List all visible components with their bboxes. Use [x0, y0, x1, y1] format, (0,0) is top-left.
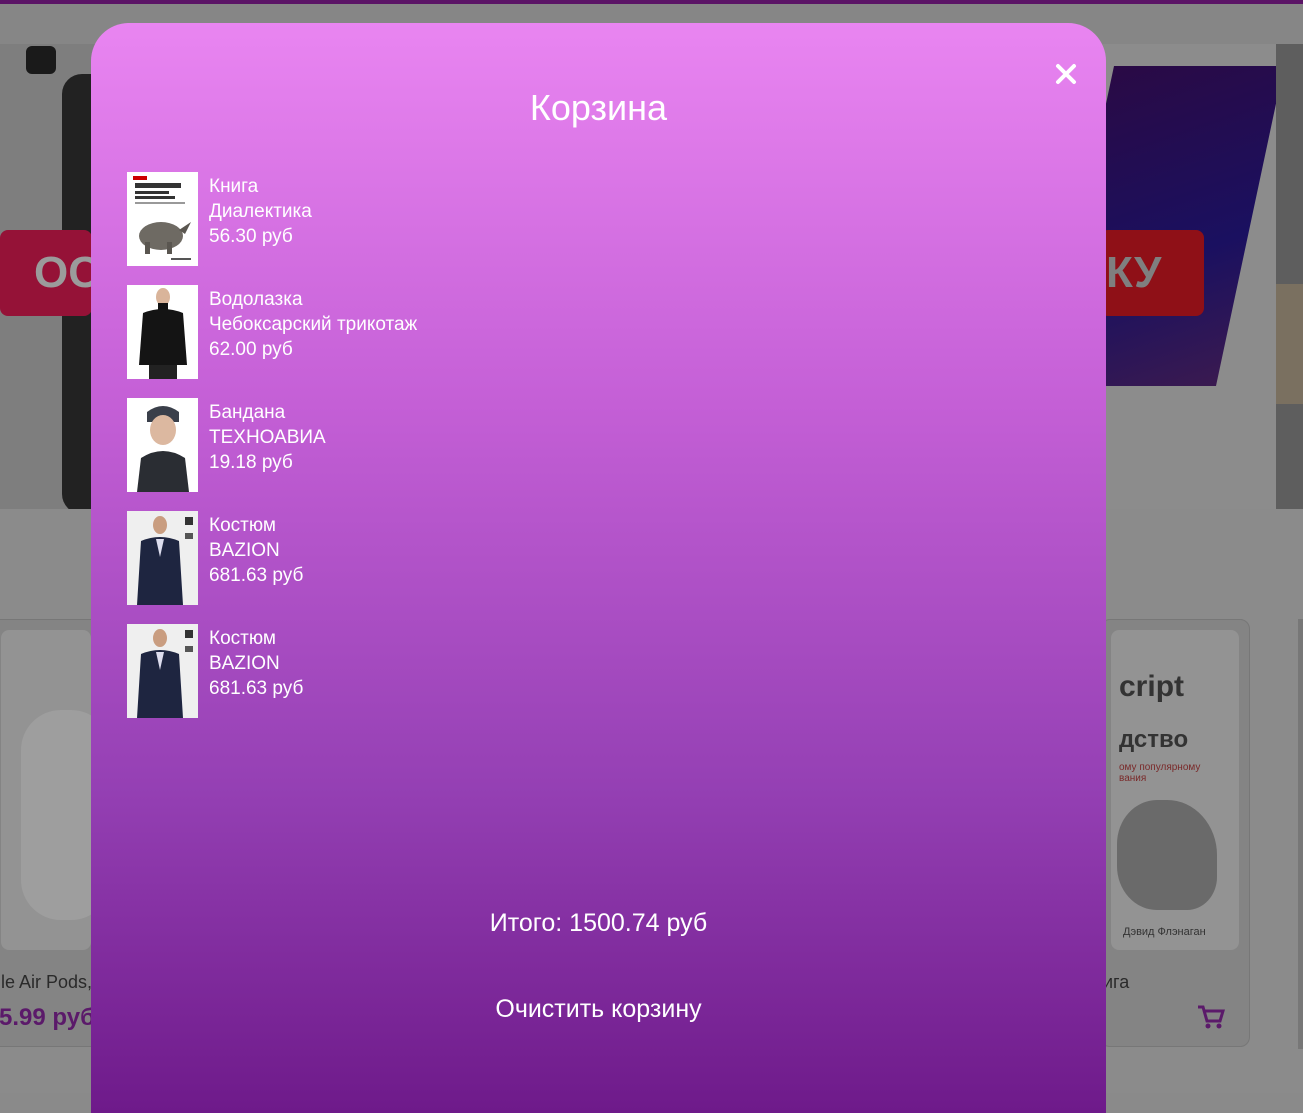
- product-card[interactable]: cript дство ому популярному вания Дэвид …: [1100, 619, 1250, 1047]
- cart-item-name: Бандана: [209, 402, 286, 423]
- next-banner-edge: [1276, 44, 1303, 509]
- product-title: le Air Pods,: [1, 972, 93, 992]
- rhino-illustration: [1117, 800, 1217, 910]
- cart-item-info: Водолазка Чебоксарский трикотаж 62.00 ру…: [209, 287, 417, 362]
- cart-item-price: 62.00 руб: [209, 339, 293, 360]
- cart-item-name: Книга: [209, 176, 259, 197]
- modal-title: Корзина: [529, 87, 668, 128]
- product-image: [1, 630, 101, 950]
- cart-item-price: 56.30 руб: [209, 226, 293, 247]
- suit-thumbnail: [127, 624, 198, 718]
- promo-label-left: ОС: [0, 230, 100, 316]
- airpods-image: [21, 710, 101, 920]
- product-image: cript дство ому популярному вания Дэвид …: [1111, 630, 1239, 950]
- book-author: Дэвид Флэнаган: [1123, 926, 1206, 938]
- cart-item-info: Костюм BAZION 681.63 руб: [209, 513, 303, 588]
- cart-item-info: Бандана ТЕХНОАВИА 19.18 руб: [209, 400, 326, 475]
- javascript-book-thumbnail: [127, 172, 198, 266]
- cart-item-info: Книга Диалектика 56.30 руб: [209, 174, 312, 249]
- promo-label-right: КУ: [1100, 230, 1204, 316]
- cart-item-brand: Диалектика: [209, 201, 312, 222]
- cart-total: Итого: 1500.74 руб: [489, 909, 708, 937]
- cart-item-brand: BAZION: [209, 653, 280, 674]
- clear-cart-button[interactable]: Очистить корзину: [91, 995, 1106, 1024]
- cart-item-brand: ТЕХНОАВИА: [209, 427, 326, 448]
- cart-item-brand: BAZION: [209, 540, 280, 561]
- phone-camera: [26, 46, 56, 74]
- suit-thumbnail: [127, 511, 198, 605]
- product-title: ига: [1103, 972, 1130, 992]
- cart-item-name: Костюм: [209, 515, 276, 536]
- next-card-edge: [1298, 619, 1303, 1049]
- book-cover-text: дство: [1119, 726, 1189, 753]
- cart-item-price: 681.63 руб: [209, 565, 304, 586]
- cart-icon[interactable]: [1197, 1004, 1225, 1030]
- cart-item-name: Костюм: [209, 628, 276, 649]
- bandana-thumbnail: [127, 398, 198, 492]
- cart-item-price: 19.18 руб: [209, 452, 293, 473]
- cart-item-price: 681.63 руб: [209, 678, 304, 699]
- book-cover-text: cript: [1119, 670, 1185, 703]
- turtleneck-thumbnail: [127, 285, 198, 379]
- close-icon[interactable]: [1053, 61, 1079, 87]
- product-card[interactable]: le Air Pods, 5.99 руб: [0, 619, 102, 1047]
- cart-item-brand: Чебоксарский трикотаж: [209, 314, 418, 335]
- product-price: 5.99 руб: [0, 1004, 95, 1031]
- book-cover-subtitle: ому популярному вания: [1119, 762, 1201, 784]
- cart-modal: Корзина Книга Диалектика 56.30 руб Водол…: [91, 23, 1106, 1113]
- cart-item-info: Костюм BAZION 681.63 руб: [209, 626, 303, 701]
- cart-item-name: Водолазка: [209, 289, 303, 310]
